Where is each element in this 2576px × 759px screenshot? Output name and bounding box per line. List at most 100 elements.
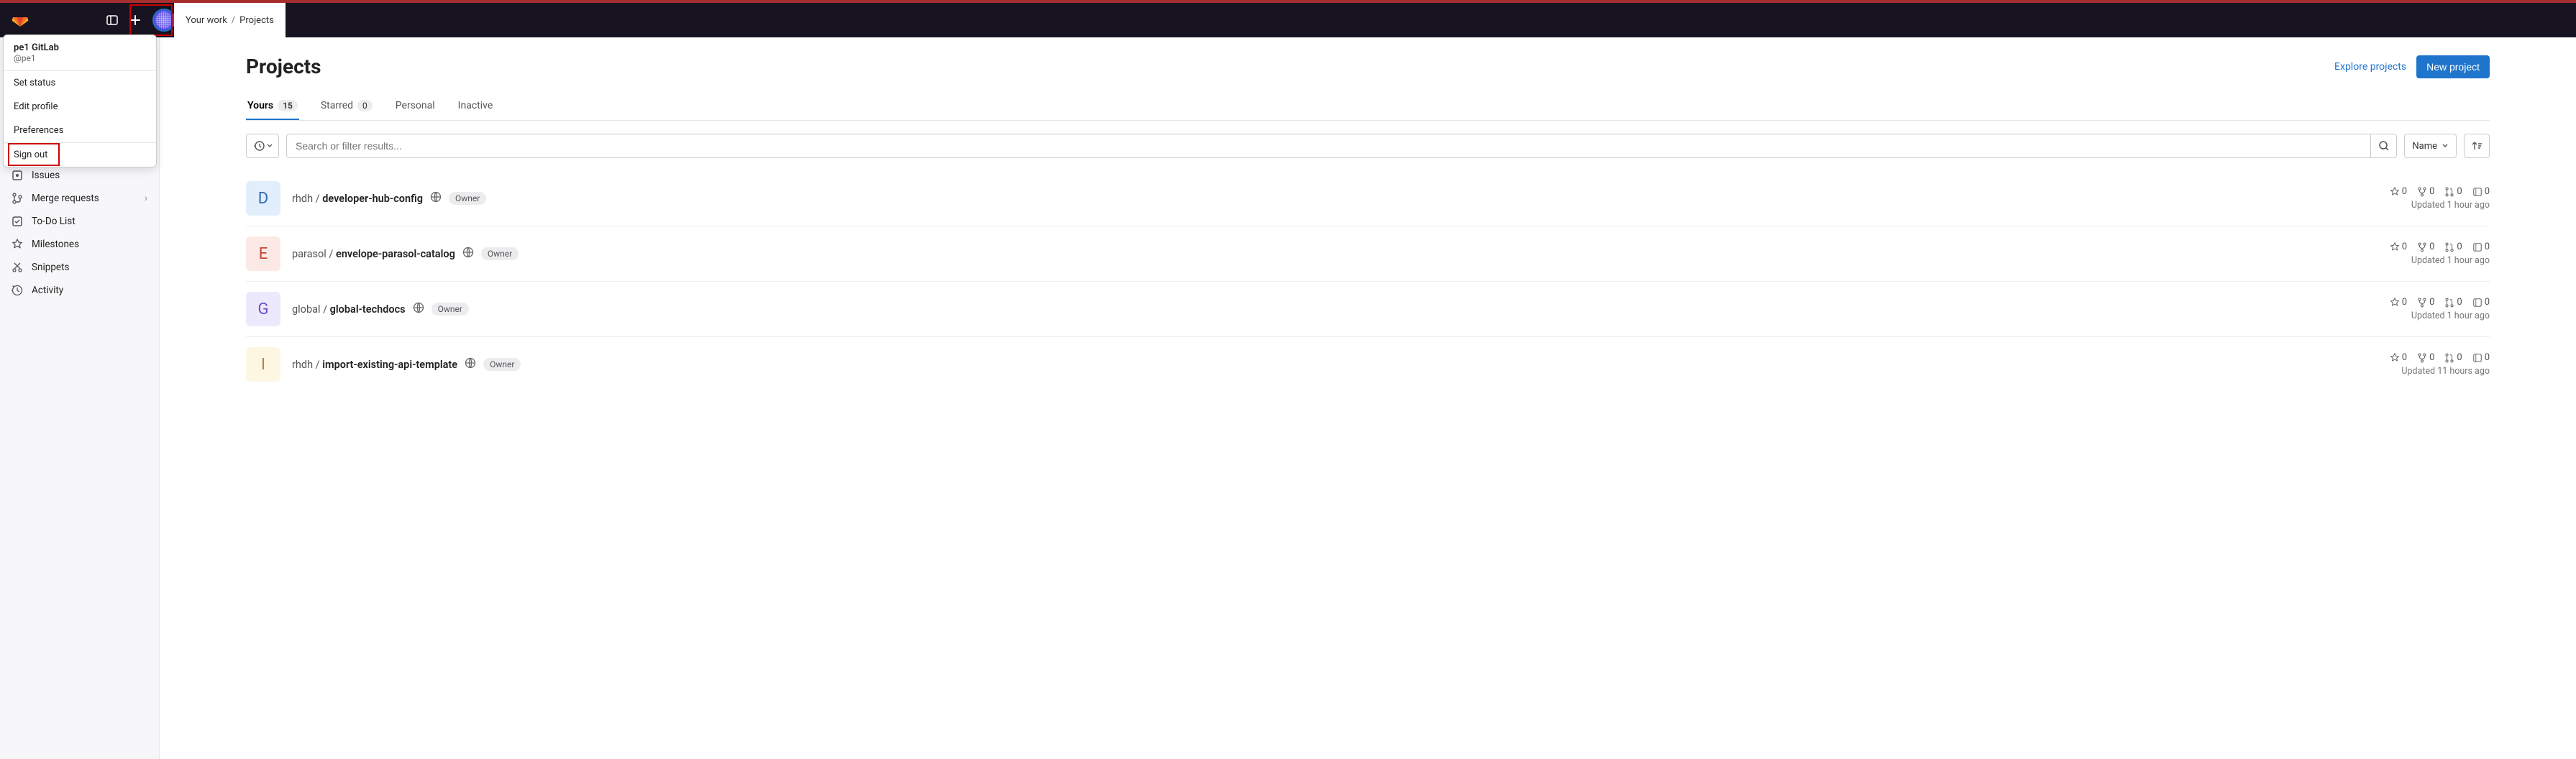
stat-merge-requests[interactable]: 0: [2444, 352, 2462, 363]
sort-direction-button[interactable]: [2464, 134, 2490, 158]
project-path[interactable]: parasol / envelope-parasol-catalog: [292, 248, 455, 260]
sidebar-item-label: Snippets: [32, 262, 69, 273]
project-avatar: I: [246, 347, 280, 382]
toggle-sidebar-button[interactable]: [101, 9, 124, 32]
history-icon: [253, 140, 265, 152]
search-filter-wrapper: [286, 134, 2397, 158]
project-avatar: G: [246, 292, 280, 326]
chevron-down-icon: [267, 143, 273, 149]
stat-merge-requests[interactable]: 0: [2444, 297, 2462, 308]
role-badge: Owner: [449, 192, 486, 205]
breadcrumb-separator: /: [232, 15, 235, 26]
tab-label: Inactive: [458, 100, 493, 111]
user-username: @pe1: [14, 53, 146, 63]
sidebar-item-milestones[interactable]: Milestones: [0, 233, 159, 256]
avatar-identicon: [155, 12, 173, 29]
project-meta: 0 0 0 0 Updated 1 hour ago: [2390, 242, 2490, 266]
chevron-down-icon: [2442, 142, 2449, 150]
tab-count-badge: 0: [357, 100, 373, 111]
project-tabs: Yours 15 Starred 0 Personal Inactive: [246, 93, 2490, 121]
stat-forks[interactable]: 0: [2417, 297, 2434, 308]
sort-dropdown[interactable]: Name: [2404, 134, 2457, 158]
sidebar-item-merge-requests[interactable]: Merge requests ›: [0, 187, 159, 210]
tab-label: Starred: [321, 100, 353, 111]
project-list: D rhdh / developer-hub-config Owner 0 0 …: [246, 171, 2490, 392]
role-badge: Owner: [483, 358, 521, 371]
tab-personal[interactable]: Personal: [394, 93, 437, 120]
user-menu-dropdown: pe1 GitLab @pe1 Set status Edit profile …: [3, 34, 157, 167]
visibility-public-icon: [462, 247, 474, 261]
search-submit-button[interactable]: [2370, 134, 2396, 157]
tab-count-badge: 15: [278, 100, 298, 111]
sidebar-item-label: Merge requests: [32, 193, 99, 204]
sidebar-item-label: Milestones: [32, 239, 79, 250]
tab-label: Yours: [247, 100, 273, 111]
issues-icon: [12, 170, 23, 181]
stat-stars[interactable]: 0: [2390, 242, 2407, 252]
search-input[interactable]: [287, 134, 2370, 157]
filter-row: Name: [246, 134, 2490, 158]
page-header: Projects Explore projects New project: [246, 55, 2490, 78]
stat-issues[interactable]: 0: [2472, 297, 2490, 308]
stat-forks[interactable]: 0: [2417, 186, 2434, 197]
stat-forks[interactable]: 0: [2417, 242, 2434, 252]
new-project-button[interactable]: New project: [2416, 55, 2490, 78]
stat-stars[interactable]: 0: [2390, 352, 2407, 363]
stat-stars[interactable]: 0: [2390, 186, 2407, 197]
menu-set-status[interactable]: Set status: [4, 71, 156, 95]
header-bar: Your work / Projects: [0, 3, 2576, 37]
stat-issues[interactable]: 0: [2472, 352, 2490, 363]
project-row[interactable]: E parasol / envelope-parasol-catalog Own…: [246, 226, 2490, 281]
project-updated: Updated 1 hour ago: [2390, 200, 2490, 211]
menu-sign-out[interactable]: Sign out: [4, 143, 156, 167]
stat-forks[interactable]: 0: [2417, 352, 2434, 363]
tab-yours[interactable]: Yours 15: [246, 93, 299, 120]
user-display-name: pe1 GitLab: [14, 42, 146, 53]
user-menu-header: pe1 GitLab @pe1: [4, 35, 156, 70]
sidebar-item-activity[interactable]: Activity: [0, 279, 159, 302]
project-path[interactable]: global / global-techdocs: [292, 303, 406, 316]
snippet-icon: [12, 262, 23, 273]
tab-inactive[interactable]: Inactive: [457, 93, 495, 120]
tab-starred[interactable]: Starred 0: [319, 93, 374, 120]
explore-projects-link[interactable]: Explore projects: [2334, 61, 2406, 73]
create-new-button[interactable]: [124, 9, 147, 32]
search-icon: [2378, 140, 2390, 152]
breadcrumb: Your work / Projects: [174, 3, 286, 37]
project-path[interactable]: rhdh / import-existing-api-template: [292, 359, 457, 371]
project-meta: 0 0 0 0 Updated 11 hours ago: [2390, 352, 2490, 377]
user-avatar-button[interactable]: [152, 9, 175, 32]
role-badge: Owner: [481, 247, 519, 260]
sidebar-item-todo[interactable]: To-Do List: [0, 210, 159, 233]
project-meta: 0 0 0 0 Updated 1 hour ago: [2390, 297, 2490, 321]
project-row[interactable]: G global / global-techdocs Owner 0 0 0 0…: [246, 281, 2490, 336]
stat-issues[interactable]: 0: [2472, 242, 2490, 252]
project-updated: Updated 1 hour ago: [2390, 255, 2490, 266]
chevron-right-icon: ›: [145, 193, 147, 204]
breadcrumb-root[interactable]: Your work: [186, 15, 227, 26]
visibility-public-icon: [413, 302, 424, 316]
page-title: Projects: [246, 55, 321, 78]
project-row[interactable]: I rhdh / import-existing-api-template Ow…: [246, 336, 2490, 392]
project-row[interactable]: D rhdh / developer-hub-config Owner 0 0 …: [246, 171, 2490, 226]
gitlab-logo-icon: [12, 12, 29, 29]
sidebar-item-label: To-Do List: [32, 216, 76, 227]
main-content: Projects Explore projects New project Yo…: [160, 37, 2576, 759]
gitlab-logo[interactable]: [6, 12, 35, 29]
stat-merge-requests[interactable]: 0: [2444, 186, 2462, 197]
project-path[interactable]: rhdh / developer-hub-config: [292, 193, 423, 205]
sort-ascending-icon: [2471, 140, 2483, 152]
menu-edit-profile[interactable]: Edit profile: [4, 95, 156, 119]
sidebar-item-label: Activity: [32, 285, 63, 296]
recent-searches-button[interactable]: [246, 134, 279, 158]
breadcrumb-current: Projects: [239, 15, 274, 26]
stat-merge-requests[interactable]: 0: [2444, 242, 2462, 252]
menu-preferences[interactable]: Preferences: [4, 119, 156, 142]
stat-stars[interactable]: 0: [2390, 297, 2407, 308]
sidebar-item-snippets[interactable]: Snippets: [0, 256, 159, 279]
sidebar-item-label: Issues: [32, 170, 60, 181]
activity-icon: [12, 285, 23, 296]
project-updated: Updated 11 hours ago: [2390, 366, 2490, 377]
sort-label: Name: [2412, 141, 2437, 152]
stat-issues[interactable]: 0: [2472, 186, 2490, 197]
